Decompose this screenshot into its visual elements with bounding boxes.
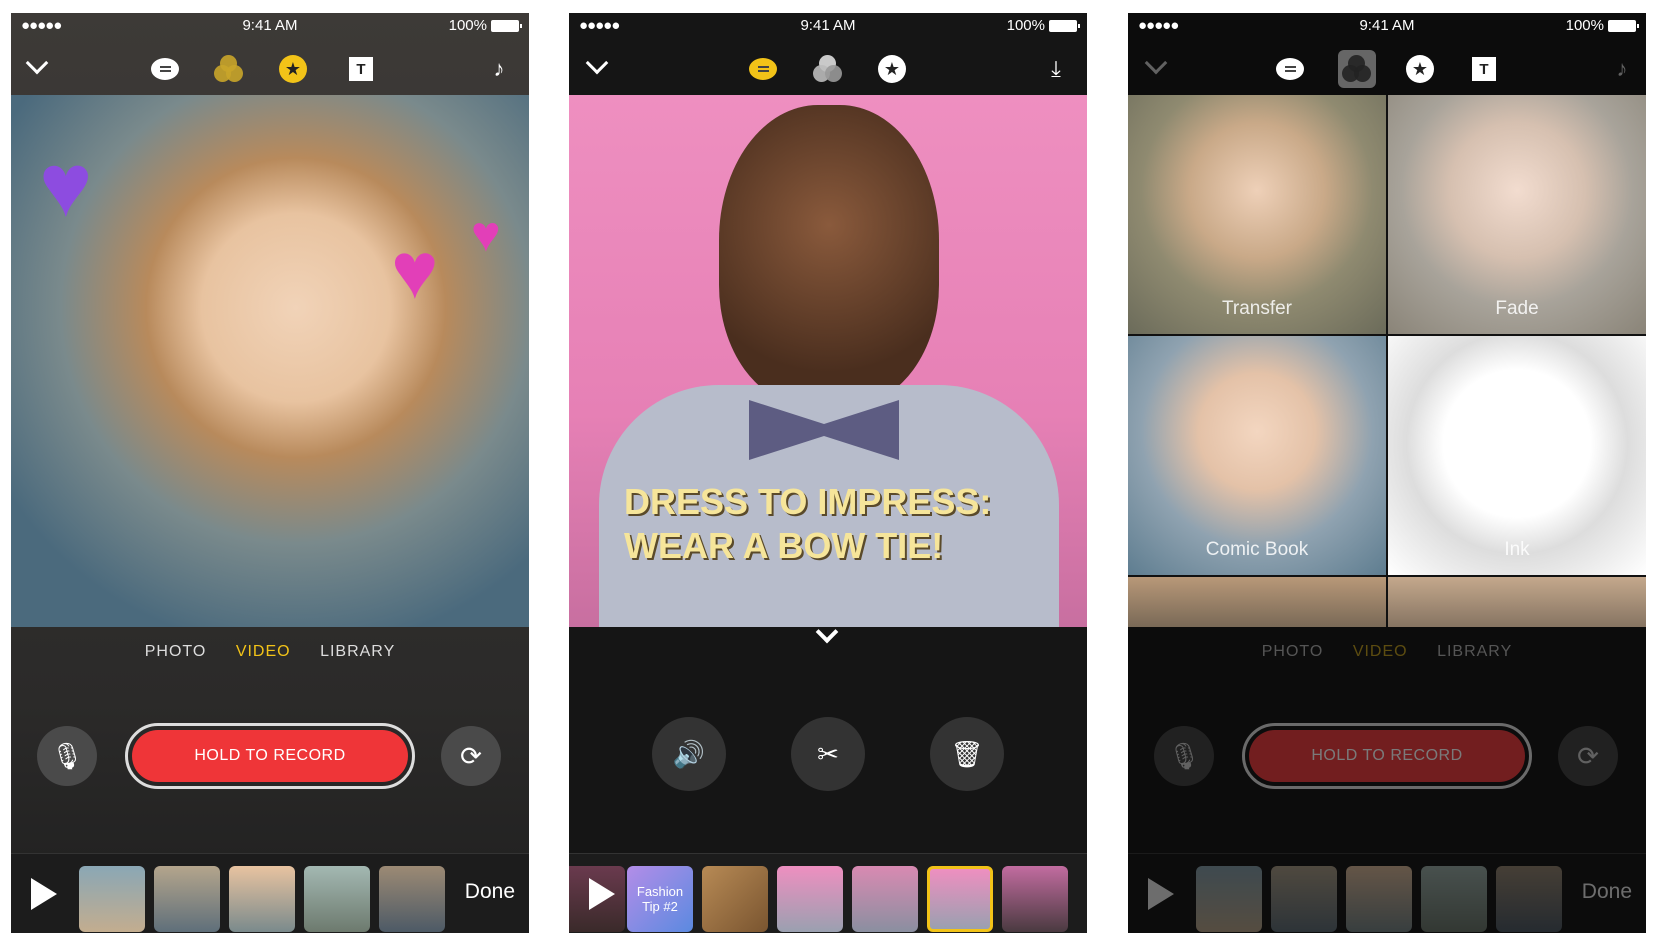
clip-thumbnail-selected[interactable] xyxy=(927,866,993,932)
filter-ink[interactable]: Ink xyxy=(1388,336,1646,575)
clip-thumbnail[interactable] xyxy=(1196,866,1262,932)
phone-screen-camera: ●●●●● 9:41 AM 100% ★ T ♪ ♥ ♥ ♥ PHOTO VID… xyxy=(11,13,529,933)
mode-library[interactable]: LIBRARY xyxy=(320,643,395,660)
clip-thumbnail[interactable] xyxy=(379,866,445,932)
play-icon[interactable] xyxy=(31,878,57,910)
collapse-chevron-icon[interactable] xyxy=(813,620,843,648)
pink-heart-sticker-small[interactable]: ♥ xyxy=(471,205,501,263)
flip-camera-icon[interactable]: ⟳ xyxy=(441,726,501,786)
flip-camera-icon[interactable]: ⟳ xyxy=(1558,726,1618,786)
done-button[interactable]: Done xyxy=(1582,880,1632,904)
text-icon[interactable]: T xyxy=(1468,53,1500,85)
done-button[interactable]: Done xyxy=(465,880,515,904)
speech-bubble-icon[interactable] xyxy=(149,53,181,85)
scissors-icon[interactable]: ✂ xyxy=(791,717,865,791)
battery-percent: 100% xyxy=(1006,17,1045,34)
filter-transfer[interactable]: Transfer xyxy=(1128,95,1386,334)
mode-video[interactable]: VIDEO xyxy=(1353,643,1408,660)
microphone-icon[interactable]: 🎙 xyxy=(37,726,97,786)
clip-thumbnail[interactable] xyxy=(304,866,370,932)
phone-screen-filters: ●●●●● 9:41 AM 100% ★ T ♪ Transfer Fade C… xyxy=(1128,13,1646,933)
filter-tile[interactable] xyxy=(1388,577,1646,627)
clip-thumbnail[interactable] xyxy=(229,866,295,932)
status-bar: ●●●●● 9:41 AM 100% xyxy=(1128,13,1646,39)
speaker-icon[interactable]: 🔊 xyxy=(652,717,726,791)
filter-fade[interactable]: Fade xyxy=(1388,95,1646,334)
download-icon[interactable]: ⤓ xyxy=(1040,53,1072,85)
mode-photo[interactable]: PHOTO xyxy=(1262,643,1324,660)
speech-bubble-icon[interactable] xyxy=(1274,53,1306,85)
clip-timeline: Fashion Tip #2 xyxy=(569,853,1087,933)
filters-icon[interactable] xyxy=(812,53,844,85)
play-icon[interactable] xyxy=(1148,878,1174,910)
filters-icon-active[interactable] xyxy=(1338,50,1376,88)
filters-icon[interactable] xyxy=(213,53,245,85)
filter-comic-book[interactable]: Comic Book xyxy=(1128,336,1386,575)
toolbar: ★ T ♪ xyxy=(1128,43,1646,95)
clip-thumbnail[interactable] xyxy=(1421,866,1487,932)
mode-selector: PHOTO VIDEO LIBRARY xyxy=(11,643,529,661)
clip-thumbnail[interactable] xyxy=(1271,866,1337,932)
chevron-down-icon[interactable] xyxy=(581,51,613,85)
star-sticker-icon[interactable]: ★ xyxy=(1404,53,1436,85)
clip-thumbnail[interactable] xyxy=(1346,866,1412,932)
battery-icon xyxy=(1608,19,1639,32)
battery-percent: 100% xyxy=(1565,17,1604,34)
clip-thumbnail[interactable] xyxy=(154,866,220,932)
pink-heart-sticker[interactable]: ♥ xyxy=(391,225,439,317)
trash-icon[interactable]: 🗑 xyxy=(930,717,1004,791)
filter-grid: Transfer Fade Comic Book Ink xyxy=(1128,95,1646,627)
filter-tile[interactable] xyxy=(1128,577,1386,627)
clip-thumbnail[interactable] xyxy=(79,866,145,932)
mode-selector: PHOTO VIDEO LIBRARY xyxy=(1128,643,1646,661)
title-card-clip[interactable]: Fashion Tip #2 xyxy=(627,866,693,932)
battery-percent: 100% xyxy=(448,17,487,34)
star-sticker-icon[interactable]: ★ xyxy=(876,53,908,85)
clip-thumbnail[interactable] xyxy=(852,866,918,932)
clip-thumbnail[interactable] xyxy=(1496,866,1562,932)
mode-video[interactable]: VIDEO xyxy=(236,643,291,660)
microphone-icon[interactable]: 🎙 xyxy=(1154,726,1214,786)
clip-timeline: Done xyxy=(1128,853,1646,933)
chevron-down-icon[interactable] xyxy=(21,51,53,85)
speech-bubble-icon[interactable] xyxy=(747,53,779,85)
clip-thumbnail[interactable] xyxy=(1002,866,1068,932)
music-note-icon[interactable]: ♪ xyxy=(483,53,515,85)
purple-heart-sticker[interactable]: ♥ xyxy=(39,135,92,238)
phone-screen-editor: ●●●●● 9:41 AM 100% ★ ⤓ DRESS TO IMPRESS:… xyxy=(569,13,1087,933)
video-preview: DRESS TO IMPRESS: WEAR A BOW TIE! xyxy=(569,95,1087,627)
mode-library[interactable]: LIBRARY xyxy=(1437,643,1512,660)
clip-thumbnail[interactable] xyxy=(777,866,843,932)
clip-timeline: Done xyxy=(11,853,529,933)
toolbar: ★ ⤓ xyxy=(569,43,1087,95)
star-sticker-icon[interactable]: ★ xyxy=(277,53,309,85)
camera-preview: ♥ ♥ ♥ xyxy=(11,95,529,627)
poster-text: DRESS TO IMPRESS: WEAR A BOW TIE! xyxy=(624,481,992,566)
chevron-down-icon[interactable] xyxy=(1140,51,1172,85)
toolbar: ★ T ♪ xyxy=(11,43,529,95)
record-button[interactable]: HOLD TO RECORD xyxy=(1242,723,1532,789)
play-icon[interactable] xyxy=(589,878,615,910)
battery-icon xyxy=(1049,19,1080,32)
battery-icon xyxy=(491,19,522,32)
music-note-icon[interactable]: ♪ xyxy=(1606,53,1638,85)
text-icon[interactable]: T xyxy=(345,53,377,85)
status-bar: ●●●●● 9:41 AM 100% xyxy=(11,13,529,39)
status-bar: ●●●●● 9:41 AM 100% xyxy=(569,13,1087,39)
record-button[interactable]: HOLD TO RECORD xyxy=(125,723,415,789)
clip-thumbnail[interactable] xyxy=(702,866,768,932)
mode-photo[interactable]: PHOTO xyxy=(145,643,207,660)
person-figure xyxy=(719,105,939,405)
